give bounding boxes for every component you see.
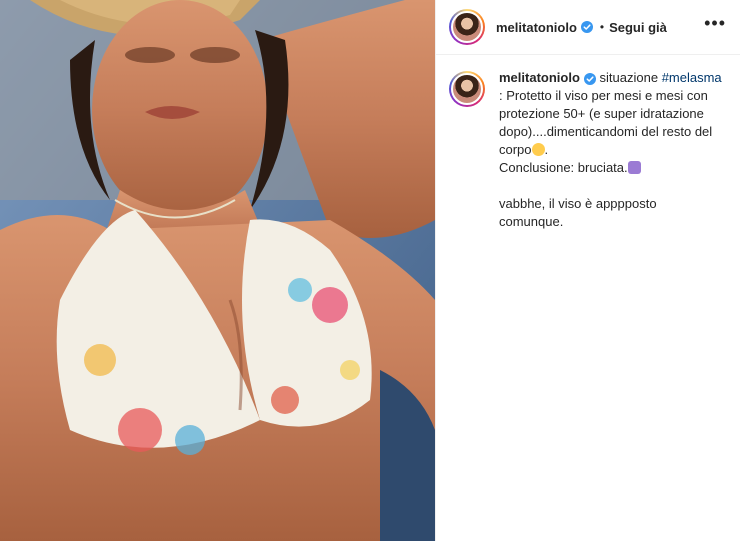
sweat-smile-emoji — [531, 143, 545, 156]
caption-line-2: Conclusione: bruciata. — [499, 160, 628, 175]
author-avatar[interactable] — [449, 9, 485, 45]
post-header: melitatoniolo • Segui già ••• — [436, 0, 740, 55]
caption-line-3: vabbhe, il viso è apppposto comunque. — [499, 196, 657, 229]
verified-badge-icon — [580, 21, 593, 33]
post-details-panel: melitatoniolo • Segui già ••• melitatoni… — [435, 0, 740, 541]
caption-username[interactable]: melitatoniolo — [499, 70, 580, 85]
author-username[interactable]: melitatoniolo — [496, 20, 577, 35]
post-photo-illustration — [0, 0, 435, 541]
caption-avatar[interactable] — [449, 71, 485, 107]
facepalm-emoji — [627, 161, 641, 174]
post-photo[interactable] — [0, 0, 435, 541]
hashtag-link[interactable]: #melasma — [662, 70, 722, 85]
more-options-icon[interactable]: ••• — [704, 14, 726, 40]
verified-badge-icon — [583, 72, 596, 85]
avatar-image — [451, 11, 483, 43]
caption-avatar-image — [451, 73, 483, 105]
caption-line-1-end: . — [544, 142, 549, 157]
caption-lead: situazione — [599, 70, 659, 85]
caption-text: melitatoniolo situazione #melasma : Prot… — [499, 69, 723, 231]
post-caption: melitatoniolo situazione #melasma : Prot… — [436, 55, 740, 231]
caption-line-1: : Protetto il viso per mesi e mesi con p… — [499, 88, 713, 157]
header-separator: • — [599, 20, 605, 34]
following-button[interactable]: Segui già — [609, 20, 667, 35]
